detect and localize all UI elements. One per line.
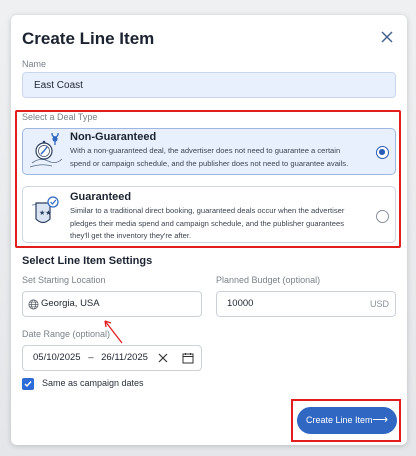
arrow-right-icon: ⟶ bbox=[372, 414, 388, 426]
deal-option-non-guaranteed[interactable]: Non-Guaranteed With a non-guaranteed dea… bbox=[22, 128, 396, 175]
radio-non-guaranteed[interactable] bbox=[376, 146, 389, 159]
close-icon[interactable] bbox=[379, 29, 395, 45]
deal-option-description: Similar to a traditional direct booking,… bbox=[70, 206, 345, 241]
globe-icon bbox=[28, 299, 39, 310]
name-label: Name bbox=[22, 59, 47, 69]
check-icon bbox=[24, 381, 32, 388]
deal-option-title: Guaranteed bbox=[70, 191, 132, 203]
svg-text:★★: ★★ bbox=[39, 209, 52, 217]
budget-input[interactable]: 10000 USD bbox=[216, 291, 396, 317]
budget-label: Planned Budget (optional) bbox=[216, 275, 321, 285]
location-value: Georgia, USA bbox=[41, 298, 100, 309]
date-range-input[interactable]: 05/10/2025 – 26/11/2025 bbox=[22, 345, 202, 371]
clear-icon[interactable] bbox=[158, 353, 168, 363]
deal-option-guaranteed[interactable]: ★★ Guaranteed Similar to a traditional d… bbox=[22, 186, 396, 243]
name-input[interactable]: East Coast bbox=[22, 72, 396, 98]
shield-check-icon: ★★ bbox=[31, 196, 59, 224]
deal-option-description: With a non-guaranteed deal, the advertis… bbox=[70, 146, 349, 168]
same-dates-checkbox[interactable] bbox=[22, 378, 34, 390]
same-dates-label: Same as campaign dates bbox=[42, 378, 144, 388]
deal-option-title: Non-Guaranteed bbox=[70, 131, 157, 143]
date-range-label: Date Range (optional) bbox=[22, 329, 111, 339]
date-end: 26/11/2025 bbox=[101, 352, 148, 363]
radio-guaranteed[interactable] bbox=[376, 210, 389, 223]
budget-currency: USD bbox=[369, 299, 389, 309]
modal-title: Create Line Item bbox=[22, 29, 155, 48]
create-line-item-button[interactable]: Create Line Item ⟶ bbox=[297, 407, 397, 434]
create-line-item-label: Create Line Item bbox=[306, 415, 373, 425]
location-label: Set Starting Location bbox=[22, 275, 106, 285]
settings-title: Select Line Item Settings bbox=[22, 255, 153, 267]
compass-icon bbox=[29, 133, 63, 168]
create-line-item-modal: Create Line Item Name East Coast Select … bbox=[11, 15, 407, 445]
calendar-icon[interactable] bbox=[182, 352, 194, 364]
deal-type-label: Select a Deal Type bbox=[22, 112, 98, 122]
budget-value: 10000 bbox=[227, 298, 254, 309]
date-separator: – bbox=[88, 352, 94, 363]
date-start: 05/10/2025 bbox=[33, 352, 81, 363]
